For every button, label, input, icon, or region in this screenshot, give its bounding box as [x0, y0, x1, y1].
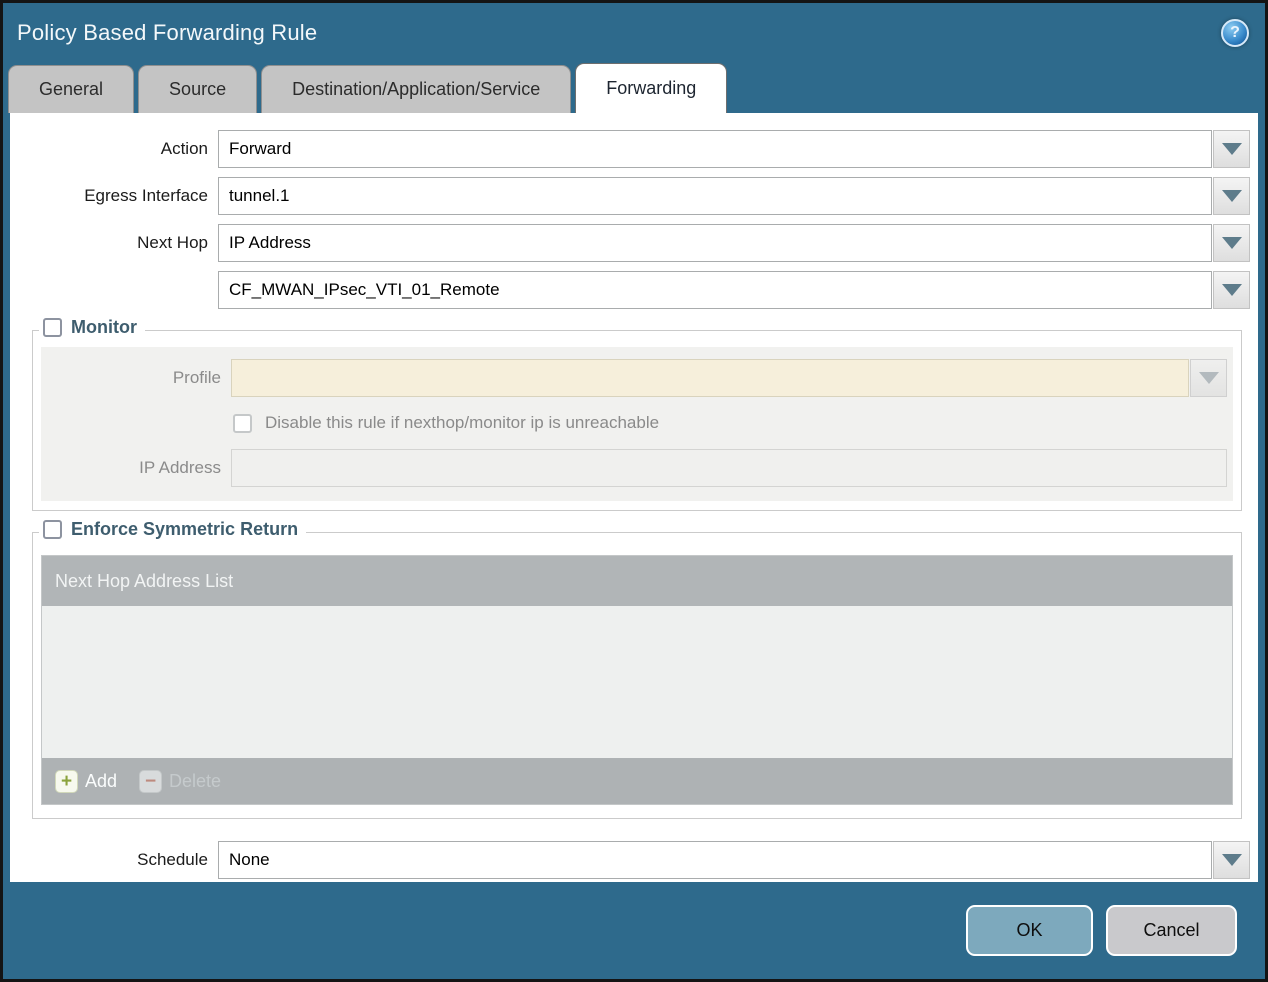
- tab-content-forwarding: Action Forward Egress Interface tunnel.1…: [10, 113, 1258, 882]
- cancel-button[interactable]: Cancel: [1106, 905, 1237, 956]
- profile-row: Profile: [41, 359, 1233, 397]
- monitor-section: Monitor Profile Disable this rule if nex…: [32, 317, 1242, 511]
- monitor-checkbox[interactable]: [43, 318, 62, 337]
- dialog-title: Policy Based Forwarding Rule: [17, 20, 318, 45]
- tab-destination-application-service[interactable]: Destination/Application/Service: [261, 65, 572, 113]
- action-row: Action Forward: [10, 130, 1250, 168]
- schedule-combo: None: [218, 841, 1250, 879]
- monitor-legend: Monitor: [39, 317, 145, 338]
- chevron-down-icon: [1221, 190, 1242, 202]
- egress-interface-row: Egress Interface tunnel.1: [10, 177, 1250, 215]
- schedule-input[interactable]: None: [218, 841, 1212, 879]
- enforce-symmetric-return-legend: Enforce Symmetric Return: [39, 519, 307, 540]
- tab-bar: General Source Destination/Application/S…: [3, 63, 1265, 113]
- chevron-down-icon: [1221, 854, 1242, 866]
- dialog-titlebar: Policy Based Forwarding Rule ?: [3, 3, 1265, 63]
- monitor-ip-address-row: IP Address: [41, 449, 1233, 487]
- profile-dropdown-button: [1190, 359, 1227, 397]
- monitor-ip-address-label: IP Address: [139, 458, 221, 477]
- profile-label: Profile: [172, 368, 221, 387]
- delete-icon: −: [139, 769, 163, 793]
- enforce-symmetric-return-checkbox[interactable]: [43, 520, 62, 539]
- disable-rule-label: Disable this rule if nexthop/monitor ip …: [265, 413, 660, 432]
- next-hop-address-spacer: [10, 271, 218, 309]
- help-icon[interactable]: ?: [1221, 19, 1249, 47]
- next-hop-address-list-body[interactable]: [42, 606, 1232, 758]
- action-dropdown-button[interactable]: [1213, 130, 1250, 168]
- schedule-label: Schedule: [137, 850, 208, 869]
- egress-interface-dropdown-button[interactable]: [1213, 177, 1250, 215]
- next-hop-dropdown-button[interactable]: [1213, 224, 1250, 262]
- disable-rule-row: Disable this rule if nexthop/monitor ip …: [233, 413, 1233, 433]
- next-hop-combo: IP Address: [218, 224, 1250, 262]
- enforce-symmetric-return-title: Enforce Symmetric Return: [71, 519, 299, 539]
- schedule-row: Schedule None: [10, 841, 1250, 879]
- schedule-dropdown-button[interactable]: [1213, 841, 1250, 879]
- dialog-frame: Policy Based Forwarding Rule ? General S…: [0, 0, 1268, 982]
- chevron-down-icon: [1221, 237, 1242, 249]
- monitor-ip-address-field: [231, 449, 1233, 487]
- next-hop-address-row: CF_MWAN_IPsec_VTI_01_Remote: [10, 271, 1250, 309]
- add-icon: +: [55, 769, 78, 793]
- next-hop-label: Next Hop: [137, 233, 208, 252]
- next-hop-address-list-table: Next Hop Address List + Add − Delete: [41, 555, 1233, 805]
- ok-button[interactable]: OK: [966, 905, 1093, 956]
- dialog-footer: OK Cancel: [3, 882, 1265, 979]
- egress-interface-combo: tunnel.1: [218, 177, 1250, 215]
- delete-button[interactable]: − Delete: [139, 769, 222, 793]
- chevron-down-icon: [1221, 284, 1242, 296]
- action-label: Action: [160, 139, 208, 158]
- monitor-panel: Profile Disable this rule if nexthop/mon…: [41, 347, 1233, 501]
- chevron-down-icon: [1221, 143, 1242, 155]
- profile-combo: [231, 359, 1233, 397]
- profile-input: [231, 359, 1189, 397]
- next-hop-type-input[interactable]: IP Address: [218, 224, 1212, 262]
- next-hop-address-dropdown-button[interactable]: [1213, 271, 1250, 309]
- egress-interface-label: Egress Interface: [84, 186, 208, 205]
- monitor-title: Monitor: [71, 317, 137, 337]
- enforce-symmetric-return-section: Enforce Symmetric Return Next Hop Addres…: [32, 519, 1242, 819]
- next-hop-row: Next Hop IP Address: [10, 224, 1250, 262]
- next-hop-address-list-toolbar: + Add − Delete: [42, 758, 1232, 804]
- chevron-down-icon: [1198, 372, 1219, 384]
- action-input[interactable]: Forward: [218, 130, 1212, 168]
- add-button-label: Add: [85, 770, 118, 791]
- action-combo: Forward: [218, 130, 1250, 168]
- monitor-ip-address-input: [231, 449, 1227, 487]
- add-button[interactable]: + Add: [55, 769, 118, 793]
- next-hop-address-input[interactable]: CF_MWAN_IPsec_VTI_01_Remote: [218, 271, 1212, 309]
- tab-forwarding[interactable]: Forwarding: [575, 63, 728, 113]
- delete-button-label: Delete: [169, 770, 222, 791]
- disable-rule-checkbox: [233, 413, 252, 433]
- next-hop-address-list-header: Next Hop Address List: [42, 556, 1232, 606]
- tab-general[interactable]: General: [8, 65, 135, 113]
- egress-interface-input[interactable]: tunnel.1: [218, 177, 1212, 215]
- next-hop-address-combo: CF_MWAN_IPsec_VTI_01_Remote: [218, 271, 1250, 309]
- tab-source[interactable]: Source: [138, 65, 258, 113]
